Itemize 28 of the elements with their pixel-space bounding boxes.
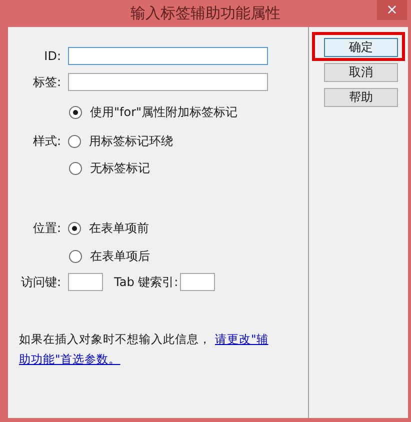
input-field[interactable] bbox=[180, 273, 216, 291]
radio-button[interactable] bbox=[69, 250, 82, 262]
dialog-button[interactable]: 确定 bbox=[324, 38, 398, 57]
preferences-link[interactable]: 请更改"辅 bbox=[215, 329, 268, 349]
radio-button[interactable] bbox=[68, 134, 81, 148]
option-label: 在表单项后 bbox=[90, 248, 150, 265]
window-title: 输入标签辅助功能属性 bbox=[130, 3, 280, 24]
dialog-button[interactable]: 帮助 bbox=[324, 88, 398, 107]
dialog-button[interactable]: 取消 bbox=[324, 63, 398, 82]
option-label: 用标签标记环绕 bbox=[89, 133, 173, 150]
field-label: 访问键: bbox=[20, 274, 61, 291]
close-button[interactable]: × bbox=[377, 0, 407, 20]
input-field[interactable] bbox=[68, 47, 268, 65]
input-field[interactable] bbox=[68, 73, 268, 91]
field-label: Tab 键索引: bbox=[114, 274, 178, 291]
option-label: 使用"for"属性附加标签标记 bbox=[90, 104, 238, 121]
radio-button[interactable] bbox=[69, 106, 82, 118]
field-label: 位置: bbox=[32, 220, 61, 237]
radio-button[interactable] bbox=[69, 162, 82, 174]
input-field[interactable] bbox=[68, 273, 103, 291]
preferences-link[interactable]: 助功能"首选参数。 bbox=[19, 349, 120, 369]
field-label: 标签: bbox=[32, 74, 61, 91]
option-label: 无标签标记 bbox=[90, 160, 150, 177]
field-label: 样式: bbox=[32, 133, 61, 150]
radio-button[interactable] bbox=[68, 222, 81, 234]
note-text: 如果在插入对象时不想输入此信息， bbox=[19, 331, 211, 348]
option-label: 在表单项前 bbox=[89, 220, 149, 237]
field-label: ID: bbox=[44, 48, 61, 65]
